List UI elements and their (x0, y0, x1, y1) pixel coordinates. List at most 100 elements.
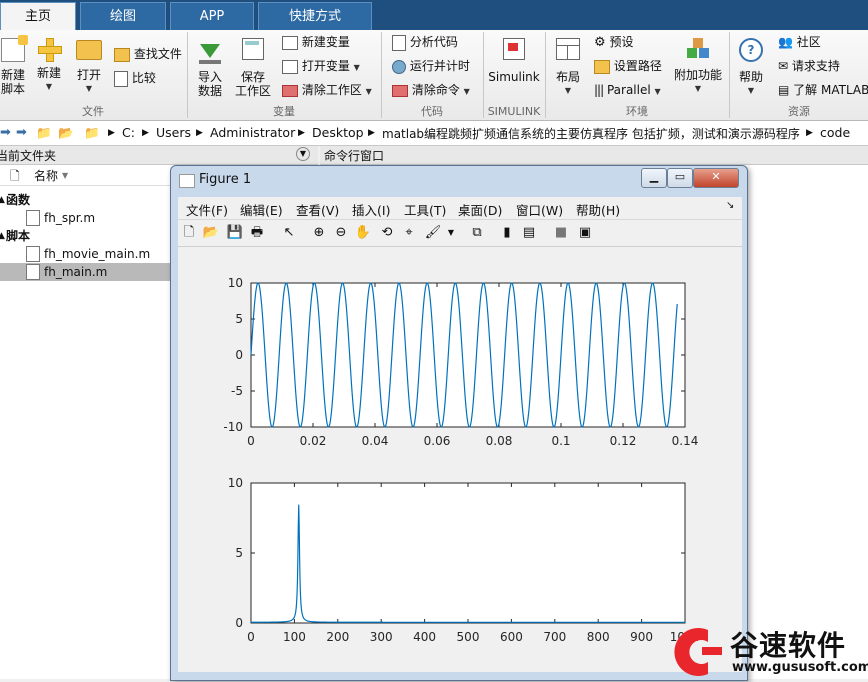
find-files-button[interactable]: 查找文件 (114, 46, 182, 62)
x-tick-label: 0.08 (486, 434, 513, 448)
y-tick-label: 10 (228, 276, 243, 290)
save-workspace-button[interactable]: 保存 工作区 (234, 36, 272, 98)
x-tick-label: 800 (587, 630, 610, 644)
save-icon[interactable]: 💾 (226, 224, 244, 242)
x-tick-label: 0.14 (672, 434, 699, 448)
minimize-button[interactable]: ▁ (641, 168, 667, 188)
set-path-button[interactable]: 设置路径 (594, 58, 662, 74)
breadcrumb-item[interactable]: matlab编程跳频扩频通信系统的主要仿真程序 包括扩频，测试和演示源码程序 (382, 125, 800, 142)
maximize-button[interactable]: ▭ (667, 168, 693, 188)
logo-g-bar (702, 647, 722, 655)
new-variable-label: 新建变量 (301, 35, 350, 49)
pan-icon[interactable]: ✋ (354, 224, 372, 242)
import-data-label: 导入 数据 (197, 70, 222, 98)
up-folder-icon[interactable]: 📁 (36, 125, 52, 141)
breadcrumb-item[interactable]: Users (156, 125, 191, 140)
run-and-time-label: 运行并计时 (409, 59, 470, 73)
request-support-button[interactable]: ✉ 请求支持 (778, 58, 840, 74)
tab-shortcuts[interactable]: 快捷方式 (258, 2, 372, 30)
close-button[interactable]: ✕ (693, 168, 739, 188)
breadcrumb-item[interactable]: code (820, 125, 850, 140)
menu-window[interactable]: 窗口(W) (516, 200, 563, 219)
x-tick-label: 500 (457, 630, 480, 644)
new-figure-icon[interactable]: 🗋 (180, 224, 198, 242)
save-workspace-icon (242, 38, 264, 60)
panel-menu-icon[interactable]: ▼ (296, 147, 310, 161)
preferences-button[interactable]: ⚙ 预设 (594, 34, 634, 51)
colorbar-icon[interactable]: ▮ (498, 224, 516, 242)
new-button[interactable]: 新建 ▼ (34, 38, 64, 94)
browse-folder-icon[interactable]: 📂 (58, 125, 74, 141)
forward-arrow-icon[interactable]: ➡ (16, 125, 27, 140)
rotate-3d-icon[interactable]: ⟲ (378, 224, 396, 242)
print-icon[interactable]: 🖶 (248, 224, 266, 242)
legend-icon[interactable]: ▤ (520, 224, 538, 242)
layout-button[interactable]: 布局 ▼ (550, 36, 586, 98)
dropdown-arrow-icon[interactable]: ▼ (442, 224, 460, 242)
edit-plot-icon[interactable]: ↖ (280, 224, 298, 242)
ribbon: 新建 脚本 新建 ▼ 打开 ▼ 查找文件 比较 文件 导入 数据 保存 工作区 … (0, 30, 868, 121)
group-label-resources: 资源 (788, 105, 810, 118)
parallel-button[interactable]: ||| Parallel ▼ (594, 82, 661, 100)
add-ons-button[interactable]: 附加功能 ▼ (674, 36, 722, 96)
request-support-label: 请求支持 (791, 59, 840, 73)
simulink-icon (503, 38, 525, 60)
analyze-code-button[interactable]: 分析代码 (392, 34, 458, 51)
tab-apps[interactable]: APP (170, 2, 254, 30)
show-plot-tools-icon[interactable]: ▣ (576, 224, 594, 242)
simulink-button[interactable]: Simulink (488, 36, 540, 84)
y-tick-label: 0 (235, 616, 243, 630)
preferences-label: 预设 (609, 35, 634, 49)
new-variable-icon (282, 35, 298, 50)
open-file-icon[interactable]: 📂 (202, 224, 220, 242)
new-script-button[interactable]: 新建 脚本 (0, 35, 28, 96)
hide-plot-tools-icon[interactable]: ■ (552, 224, 570, 242)
link-plot-icon[interactable]: ⧉ (468, 224, 486, 242)
figure-icon (179, 174, 195, 188)
parallel-icon: ||| (594, 83, 604, 97)
clear-commands-button[interactable]: 清除命令 ▼ (392, 82, 470, 100)
x-tick-label: 0 (247, 434, 255, 448)
community-button[interactable]: 👥 社区 (778, 34, 821, 50)
clear-workspace-button[interactable]: 清除工作区 ▼ (282, 82, 372, 100)
breadcrumb-item[interactable]: Desktop (312, 125, 364, 140)
brush-icon[interactable]: 🖌 (424, 224, 442, 242)
group-label-simulink: SIMULINK (487, 105, 541, 118)
dropdown-arrow-icon: ▼ (45, 82, 53, 91)
address-bar[interactable]: ➡ ➡ 📁 📂 📁 ▶ C: ▶ Users ▶ Administrator ▶… (0, 121, 868, 146)
menu-insert[interactable]: 插入(I) (352, 200, 390, 219)
figure-title: Figure 1 (199, 172, 252, 187)
help-button[interactable]: ? 帮助 ▼ (734, 36, 768, 98)
menu-view[interactable]: 查看(V) (296, 200, 339, 219)
compare-button[interactable]: 比较 (114, 70, 156, 87)
menu-edit[interactable]: 编辑(E) (240, 200, 283, 219)
run-and-time-button[interactable]: 运行并计时 (392, 58, 470, 74)
menu-tools[interactable]: 工具(T) (404, 200, 446, 219)
import-data-button[interactable]: 导入 数据 (194, 36, 226, 98)
open-label: 打开 (76, 68, 101, 82)
menu-file[interactable]: 文件(F) (186, 200, 228, 219)
data-cursor-icon[interactable]: ⌖ (400, 224, 418, 242)
tab-plots[interactable]: 绘图 (80, 2, 166, 30)
open-button[interactable]: 打开 ▼ (74, 38, 104, 96)
collapse-arrow-icon[interactable]: ▲ (0, 191, 5, 209)
dock-arrow-icon[interactable]: ↘ (726, 200, 734, 211)
logo-brand-text: 谷速软件 (730, 629, 847, 662)
menu-help[interactable]: 帮助(H) (576, 200, 620, 219)
folder-icon (76, 40, 102, 60)
zoom-in-icon[interactable]: ⊕ (310, 224, 328, 242)
back-arrow-icon[interactable]: ➡ (0, 125, 11, 140)
open-variable-button[interactable]: 打开变量 ▼ (282, 58, 360, 76)
zoom-out-icon[interactable]: ⊖ (332, 224, 350, 242)
breadcrumb-item[interactable]: C: (122, 125, 135, 140)
collapse-arrow-icon[interactable]: ▲ (0, 227, 5, 245)
tab-home[interactable]: 主页 (0, 2, 76, 30)
toolstrip-tabs: 主页 绘图 APP 快捷方式 (0, 0, 868, 30)
layout-label: 布局 (555, 70, 580, 84)
learn-matlab-button[interactable]: ▤ 了解 MATLAB (778, 82, 868, 98)
breadcrumb-item[interactable]: Administrator (210, 125, 295, 140)
new-variable-button[interactable]: 新建变量 (282, 34, 350, 50)
menu-desktop[interactable]: 桌面(D) (458, 200, 502, 219)
save-workspace-label: 保存 工作区 (234, 70, 271, 98)
y-tick-label: -10 (223, 420, 243, 434)
